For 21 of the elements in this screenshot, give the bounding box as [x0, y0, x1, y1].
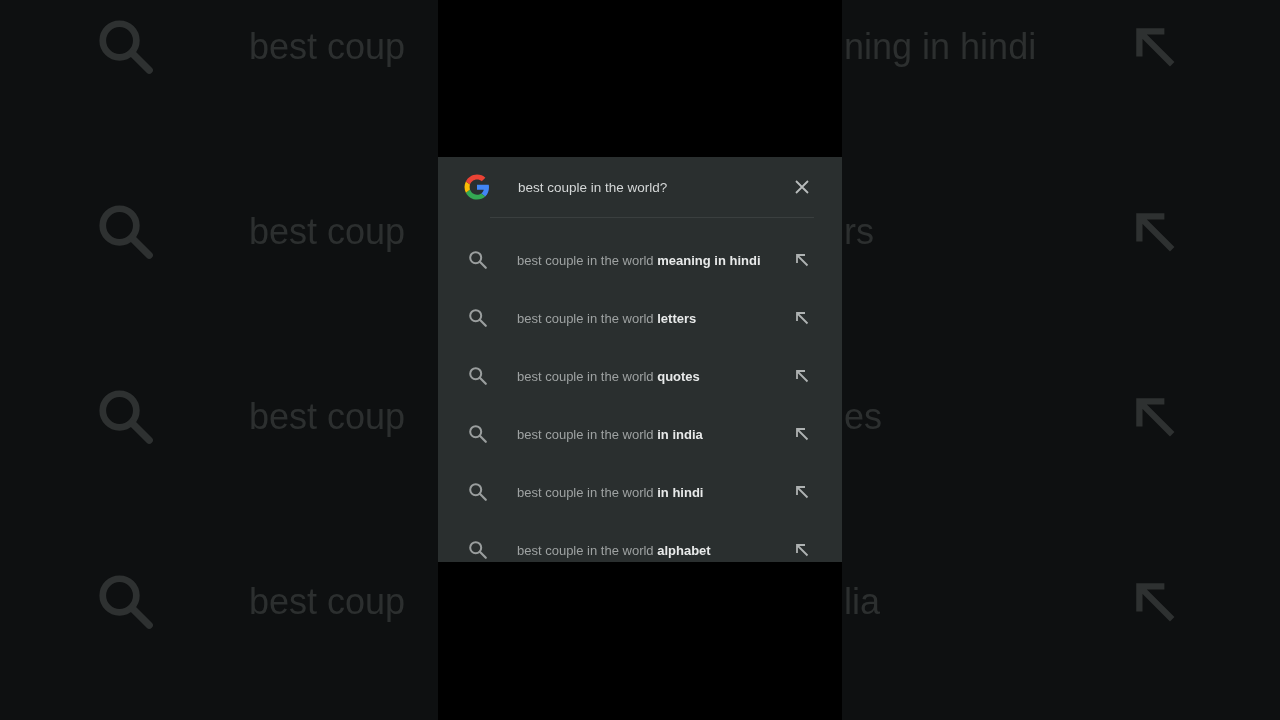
search-icon [467, 365, 489, 387]
search-icon [467, 249, 489, 271]
close-icon[interactable] [794, 179, 810, 195]
search-icon [467, 423, 489, 445]
fill-in-arrow-icon[interactable] [794, 252, 810, 268]
fill-in-arrow-icon[interactable] [794, 426, 810, 442]
search-icon [467, 481, 489, 503]
fill-in-arrow-icon[interactable] [794, 368, 810, 384]
search-icon [467, 307, 489, 329]
search-query[interactable]: best couple in the world? [518, 179, 794, 195]
fill-in-arrow-icon[interactable] [794, 310, 810, 326]
suggestion-item[interactable]: best couple in the world quotes [517, 368, 794, 384]
g-logo [462, 172, 492, 202]
suggestion-item[interactable]: best couple in the world in india [517, 426, 794, 442]
search-icon [467, 539, 489, 561]
fill-in-arrow-icon[interactable] [794, 542, 810, 558]
suggestion-item[interactable]: best couple in the world meaning in hindi [517, 252, 794, 268]
fill-in-arrow-icon[interactable] [794, 484, 810, 500]
suggestion-item[interactable]: best couple in the world alphabet [517, 542, 794, 558]
suggestion-item[interactable]: best couple in the world letters [517, 310, 794, 326]
suggestion-item[interactable]: best couple in the world in hindi [517, 484, 794, 500]
